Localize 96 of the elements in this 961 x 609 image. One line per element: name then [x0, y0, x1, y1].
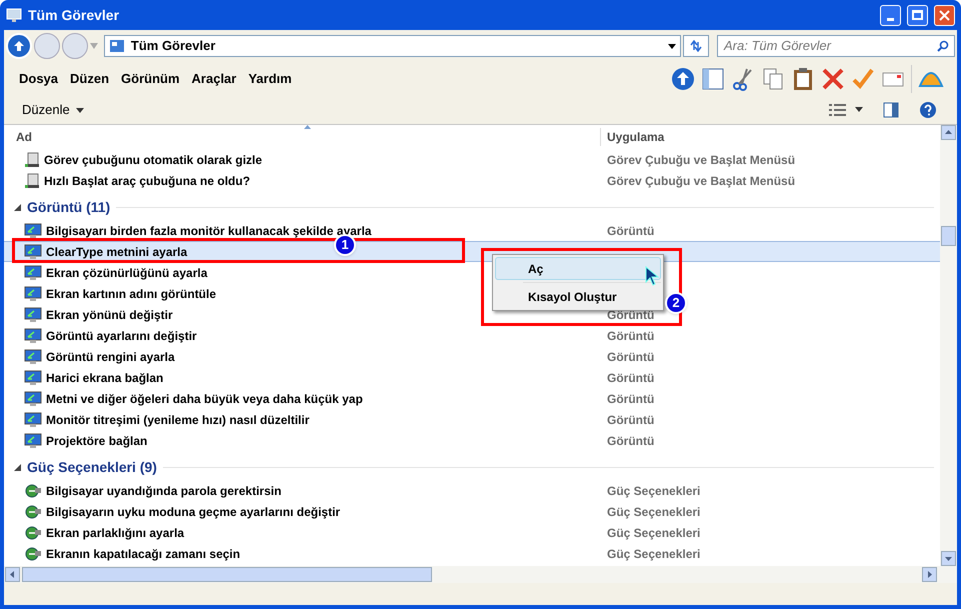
task-name[interactable]: Görüntü rengini ayarla [46, 348, 175, 366]
monitor-icon [24, 306, 42, 322]
monitor-icon [24, 432, 42, 448]
task-name[interactable]: Ekran yönünü değiştir [46, 306, 173, 324]
menu-item[interactable]: Düzen [64, 69, 116, 89]
monitor-icon [24, 328, 42, 344]
maximize-icon [912, 10, 923, 20]
expand-arrow-icon[interactable] [14, 204, 21, 211]
scroll-thumb[interactable] [22, 567, 432, 582]
power-plug-icon [24, 546, 42, 562]
monitor-icon [24, 370, 42, 386]
refresh-button[interactable] [683, 35, 710, 57]
monitor-icon [24, 222, 42, 238]
menu-item[interactable]: Aç [495, 257, 661, 280]
table-cell-text: Güç Seçenekleri [606, 504, 700, 520]
task-name[interactable]: Ekran parlaklığını ayarla [46, 524, 184, 542]
horizontal-scrollbar[interactable] [4, 566, 957, 583]
task-name[interactable]: Metni ve diğer öğeleri daha büyük veya daha küçük yap [46, 390, 363, 408]
table-cell-text: Görev Çubuğu ve Başlat Menüsü [606, 152, 796, 168]
scroll-thumb[interactable] [941, 226, 956, 246]
menu-item[interactable]: Kısayol Oluştur [495, 285, 661, 308]
menu-item[interactable]: Yardım [242, 69, 298, 89]
help-icon[interactable] [919, 101, 937, 119]
close-button[interactable] [934, 4, 955, 26]
power-plug-icon [24, 504, 42, 520]
control-panel-icon [108, 39, 125, 53]
task-name[interactable]: Harici ekrana bağlan [46, 368, 164, 386]
mouse-cursor-icon [645, 266, 659, 286]
scroll-left-button[interactable] [5, 567, 20, 582]
address-text: Tüm Görevler [130, 37, 216, 56]
table-cell-text: Görev Çubuğu ve Başlat Menüsü [606, 172, 796, 190]
table-cell-text: Görüntü [606, 432, 654, 450]
vertical-scrollbar[interactable] [940, 125, 957, 566]
minimize-button[interactable] [880, 4, 901, 26]
search-field[interactable]: Ara: Tüm Görevler [717, 35, 956, 57]
monitor-icon [24, 412, 42, 428]
window-title: Tüm Görevler [28, 6, 120, 24]
menu-item[interactable]: Görünüm [115, 69, 186, 89]
scroll-right-button[interactable] [922, 567, 937, 582]
taskbar-icon [24, 172, 40, 188]
sort-arrow-icon [304, 125, 311, 129]
task-name[interactable]: Ekranın kapatılacağı zamanı seçin [46, 544, 240, 562]
table-cell-text: Görüntü [606, 222, 654, 240]
table-cell-text: Görüntü [606, 390, 654, 408]
task-name[interactable]: ClearType metnini ayarla [46, 242, 188, 260]
task-name[interactable]: Ekran çözünürlüğünü ayarla [46, 264, 208, 282]
delete-icon[interactable] [821, 67, 845, 91]
table-cell-text: Görüntü [606, 328, 654, 344]
monitor-icon [24, 390, 42, 406]
refresh-icon [689, 40, 704, 52]
table-cell-text: Görüntü [606, 306, 654, 324]
menu-item[interactable]: Dosya [13, 69, 64, 89]
monitor-icon [6, 7, 22, 23]
group-header[interactable]: Görüntü (11) [27, 197, 110, 218]
table-cell-text: Görüntü [606, 412, 654, 428]
menu-item[interactable]: Araçlar [186, 69, 242, 89]
power-plug-icon [24, 524, 42, 540]
monitor-icon [24, 264, 42, 280]
task-name[interactable]: Ekran kartının adını görüntüle [46, 284, 216, 302]
task-name[interactable]: Projektöre bağlan [46, 432, 148, 450]
table-cell-text: Güç Seçenekleri [606, 482, 700, 500]
clipboard-icon[interactable] [791, 67, 815, 91]
task-name[interactable]: Monitör titreşimi (yenileme hızı) nasıl düzeltilir [46, 410, 310, 428]
table-cell-text: Güç Seçenekleri [606, 546, 700, 562]
column-header[interactable]: Ad [4, 128, 600, 146]
group-header[interactable]: Güç Seçenekleri (9) [27, 457, 157, 478]
monitor-icon [24, 348, 42, 364]
arrow-icon [12, 39, 26, 53]
taskbar-icon [24, 152, 40, 168]
minimize-icon [887, 18, 894, 20]
caret-icon [76, 108, 84, 112]
address-bar[interactable]: Tüm Görevler [104, 35, 682, 57]
monitor-icon [24, 244, 42, 260]
task-name[interactable]: Görüntü ayarlarını değiştir [46, 326, 197, 344]
search-icon[interactable] [937, 40, 950, 52]
power-plug-icon [24, 482, 42, 498]
task-name[interactable]: Görev çubuğunu otomatik olarak gizle [44, 150, 262, 168]
copy-icon[interactable] [761, 67, 785, 91]
table-cell-text: Görüntü [606, 348, 654, 366]
task-name[interactable]: Bilgisayarın uyku moduna geçme ayarlarını değiştir [46, 502, 340, 520]
scroll-down-button[interactable] [941, 551, 956, 566]
checkmark-icon[interactable] [851, 67, 875, 91]
maximize-button[interactable] [907, 4, 928, 26]
dropdown-arrow-icon[interactable] [668, 44, 676, 48]
monitor-icon [24, 286, 42, 302]
panel-icon[interactable] [701, 67, 725, 91]
table-cell-text: Görüntü [606, 370, 654, 386]
task-name[interactable]: Hızlı Başlat araç çubuğuna ne oldu? [44, 172, 250, 190]
scroll-up-button[interactable] [941, 125, 956, 140]
view-options-icon[interactable] [829, 103, 863, 117]
close-icon [939, 10, 950, 20]
expand-arrow-icon[interactable] [14, 464, 21, 471]
task-name[interactable]: Bilgisayar uyandığında parola gerektirsin [46, 482, 282, 500]
preview-pane-icon[interactable] [883, 102, 899, 118]
organize-button[interactable]: Düzenle [16, 99, 90, 121]
table-cell-text: Güç Seçenekleri [606, 524, 700, 542]
